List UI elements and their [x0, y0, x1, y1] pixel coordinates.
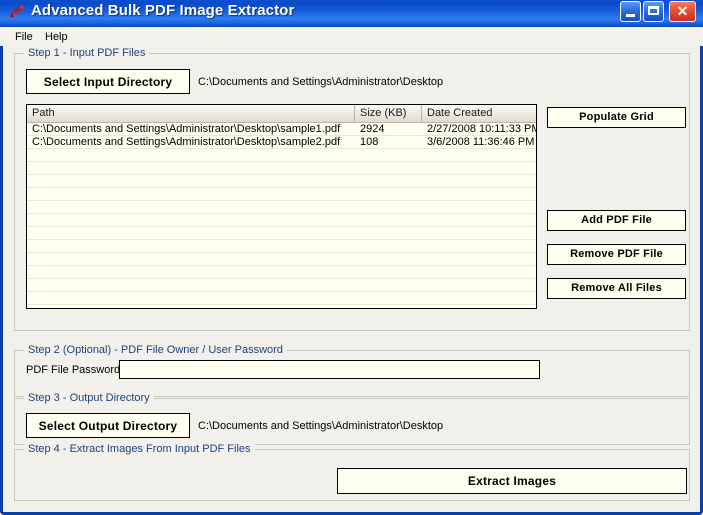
input-files-grid[interactable]: Path Size (KB) Date Created C:\Documents…	[26, 104, 537, 309]
grid-header-row: Path Size (KB) Date Created	[27, 105, 536, 123]
output-directory-path: C:\Documents and Settings\Administrator\…	[198, 420, 444, 432]
input-directory-path: C:\Documents and Settings\Administrator\…	[198, 76, 444, 88]
table-cell: 108	[360, 136, 379, 148]
group-step2-legend: Step 2 (Optional) - PDF File Owner / Use…	[24, 344, 287, 356]
table-row[interactable]: C:\Documents and Settings\Administrator\…	[27, 123, 536, 136]
close-icon: ✕	[676, 3, 689, 19]
menu-item-file[interactable]: File	[10, 30, 38, 44]
group-step1: Step 1 - Input PDF Files Select Input Di…	[14, 47, 690, 331]
table-cell: 2/27/2008 10:11:33 PM	[427, 123, 536, 135]
application-window: Advanced Bulk PDF Image Extractor ✕ File…	[0, 0, 703, 515]
select-output-directory-button[interactable]: Select Output Directory	[26, 413, 190, 438]
menu-bar: File Help	[0, 27, 703, 46]
group-step4-legend: Step 4 - Extract Images From Input PDF F…	[24, 443, 255, 455]
table-row-empty[interactable]	[27, 292, 536, 305]
grid-header-path[interactable]: Path	[27, 105, 355, 122]
group-step3-legend: Step 3 - Output Directory	[24, 392, 154, 404]
app-icon	[9, 5, 24, 18]
table-cell: C:\Documents and Settings\Administrator\…	[32, 123, 341, 135]
title-bar[interactable]: Advanced Bulk PDF Image Extractor ✕	[0, 0, 703, 27]
client-area: Step 1 - Input PDF Files Select Input Di…	[3, 45, 700, 512]
populate-grid-button[interactable]: Populate Grid	[547, 107, 686, 128]
table-row-empty[interactable]	[27, 149, 536, 162]
maximize-button[interactable]	[643, 1, 664, 22]
table-cell: 2924	[360, 123, 385, 135]
remove-all-files-button[interactable]: Remove All Files	[547, 278, 686, 299]
extract-images-button[interactable]: Extract Images	[337, 468, 687, 494]
grid-body: C:\Documents and Settings\Administrator\…	[27, 123, 536, 308]
table-row-empty[interactable]	[27, 201, 536, 214]
select-input-directory-button[interactable]: Select Input Directory	[26, 69, 190, 94]
table-row-empty[interactable]	[27, 227, 536, 240]
table-row[interactable]: C:\Documents and Settings\Administrator\…	[27, 136, 536, 149]
group-step1-legend: Step 1 - Input PDF Files	[24, 47, 150, 59]
pdf-password-input[interactable]	[119, 360, 540, 379]
grid-header-date[interactable]: Date Created	[422, 105, 536, 122]
table-row-empty[interactable]	[27, 266, 536, 279]
group-step2: Step 2 (Optional) - PDF File Owner / Use…	[14, 344, 690, 397]
table-row-empty[interactable]	[27, 240, 536, 253]
minimize-icon	[626, 14, 635, 17]
group-step4: Step 4 - Extract Images From Input PDF F…	[14, 443, 690, 501]
close-button[interactable]: ✕	[669, 1, 696, 22]
table-row-empty[interactable]	[27, 214, 536, 227]
group-step3: Step 3 - Output Directory Select Output …	[14, 392, 690, 445]
table-row-empty[interactable]	[27, 188, 536, 201]
table-row-empty[interactable]	[27, 175, 536, 188]
window-title: Advanced Bulk PDF Image Extractor	[31, 2, 295, 19]
table-cell: 3/6/2008 11:36:46 PM	[427, 136, 535, 148]
minimize-button[interactable]	[620, 1, 641, 22]
menu-item-help[interactable]: Help	[40, 30, 73, 44]
add-pdf-file-button[interactable]: Add PDF File	[547, 210, 686, 231]
table-row-empty[interactable]	[27, 162, 536, 175]
maximize-icon	[648, 6, 659, 15]
table-row-empty[interactable]	[27, 253, 536, 266]
remove-pdf-file-button[interactable]: Remove PDF File	[547, 244, 686, 265]
table-cell: C:\Documents and Settings\Administrator\…	[32, 136, 341, 148]
pdf-password-label: PDF File Password:	[26, 364, 124, 376]
table-row-empty[interactable]	[27, 279, 536, 292]
grid-header-size[interactable]: Size (KB)	[355, 105, 422, 122]
